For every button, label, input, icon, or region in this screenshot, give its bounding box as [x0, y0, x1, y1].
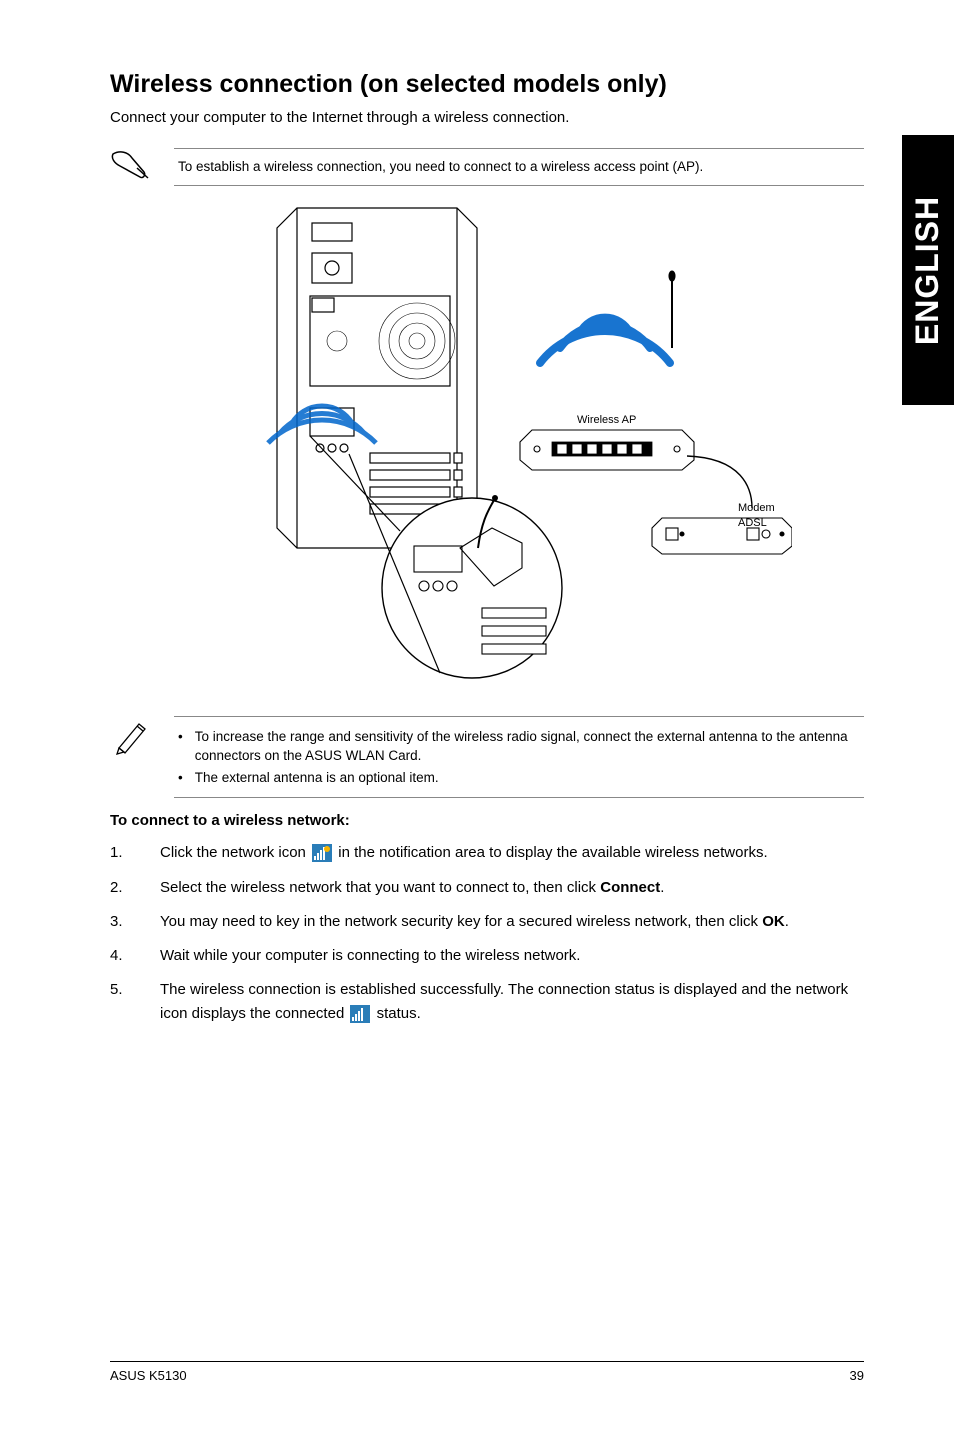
note2-item-1: To increase the range and sensitivity of… [195, 727, 860, 766]
network-connected-icon [350, 1005, 370, 1023]
steps-list: 1. Click the network icon in the notific… [110, 841, 864, 1025]
intro-text: Connect your computer to the Internet th… [110, 109, 864, 126]
language-tab-label: ENGLISH [910, 195, 947, 344]
hand-pointer-icon [110, 148, 156, 184]
note-text: To establish a wireless connection, you … [174, 148, 864, 186]
page-footer: ASUS K5130 39 [110, 1361, 864, 1383]
step-1: 1. Click the network icon in the notific… [110, 841, 864, 864]
step-4: 4. Wait while your computer is connectin… [110, 944, 864, 967]
wireless-ap-label: Wireless AP [577, 414, 636, 426]
modem-label: Modem [738, 502, 775, 514]
step-5: 5. The wireless connection is establishe… [110, 978, 864, 1025]
footer-product: ASUS K5130 [110, 1368, 187, 1383]
note-antenna: To increase the range and sensitivity of… [110, 716, 864, 799]
step-2: 2. Select the wireless network that you … [110, 876, 864, 899]
page-title: Wireless connection (on selected models … [110, 70, 864, 99]
note-establish-connection: To establish a wireless connection, you … [110, 148, 864, 186]
pencil-icon [110, 716, 156, 756]
footer-page: 39 [850, 1368, 864, 1383]
step-3: 3. You may need to key in the network se… [110, 910, 864, 933]
steps-heading: To connect to a wireless network: [110, 812, 864, 829]
network-available-icon [312, 844, 332, 862]
language-tab: ENGLISH [902, 135, 954, 405]
connection-diagram: Wireless AP Modem ADSL [182, 198, 792, 688]
note2-item-2: The external antenna is an optional item… [195, 768, 439, 788]
adsl-label: ADSL [738, 517, 767, 529]
